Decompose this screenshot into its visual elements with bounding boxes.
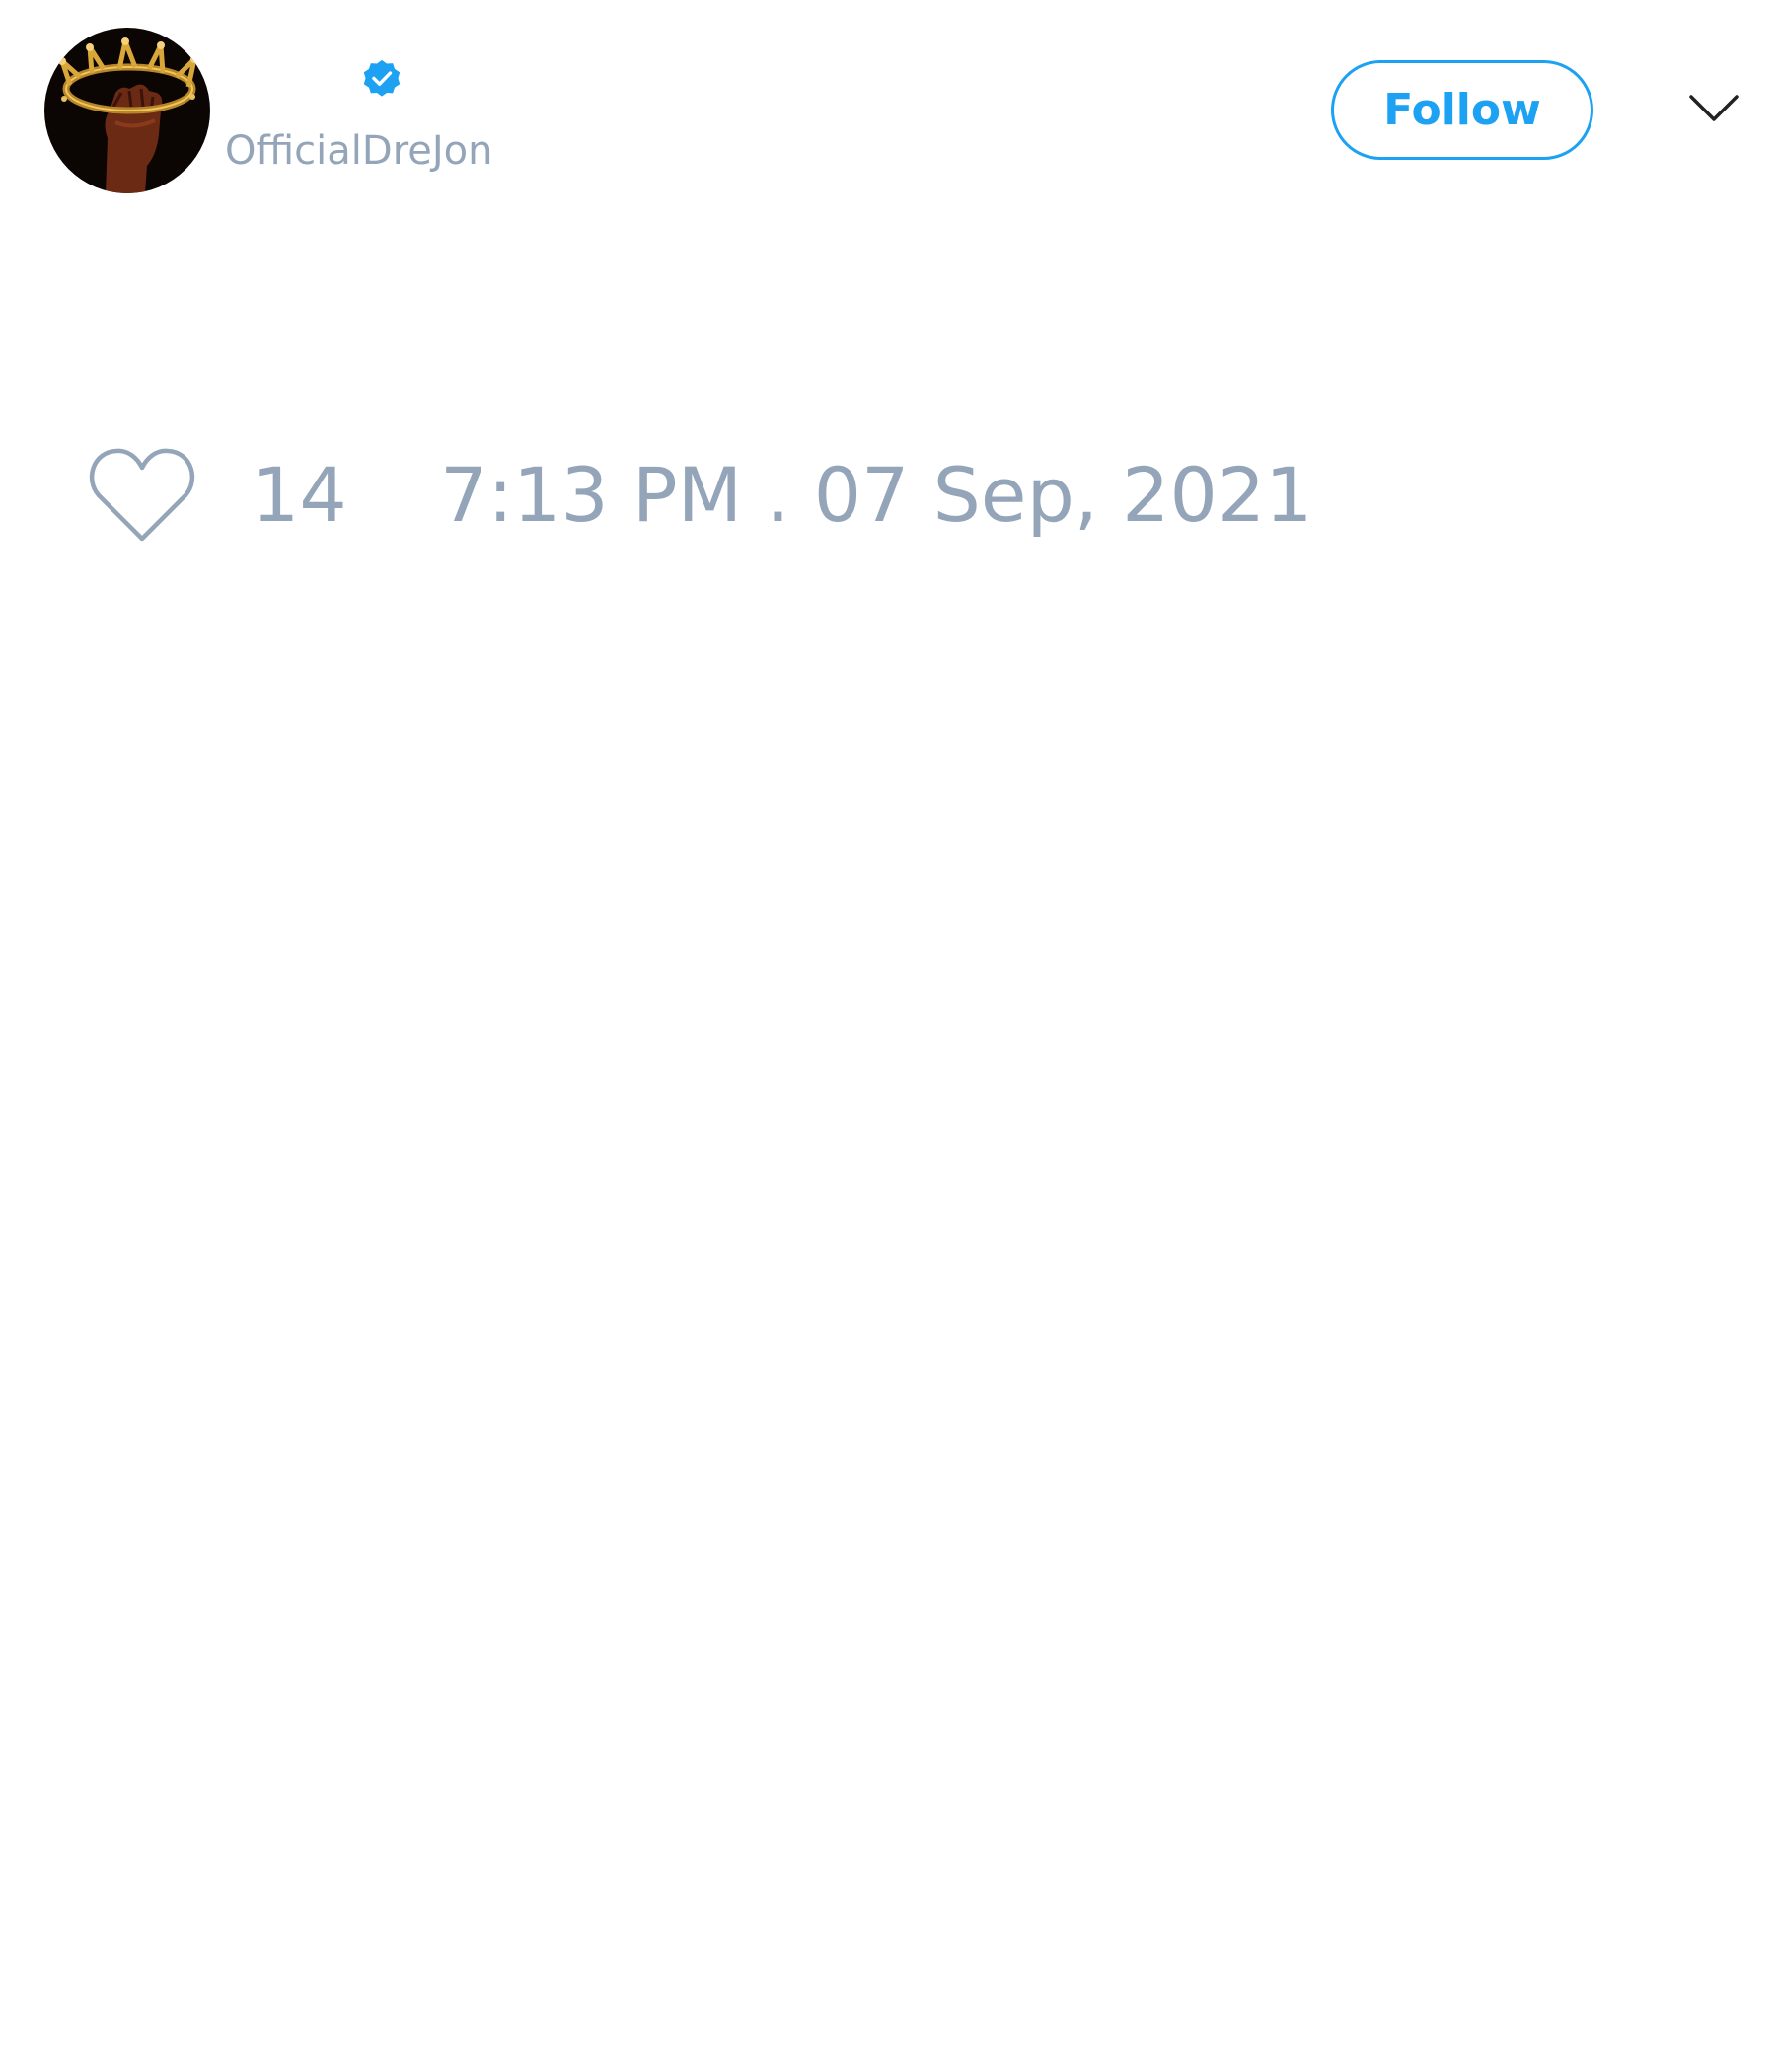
avatar[interactable] xyxy=(44,28,210,193)
follow-button[interactable]: Follow xyxy=(1331,60,1593,160)
username[interactable]: OfficialDreJon xyxy=(225,126,492,176)
verified-badge-icon xyxy=(363,59,401,97)
chevron-down-icon[interactable] xyxy=(1687,89,1740,128)
crown-fist-avatar-icon xyxy=(44,28,210,193)
tweet-timestamp[interactable]: 7:13 PM . 07 Sep, 2021 xyxy=(440,451,1313,540)
heart-icon[interactable] xyxy=(89,446,195,545)
like-count: 14 xyxy=(252,451,347,539)
